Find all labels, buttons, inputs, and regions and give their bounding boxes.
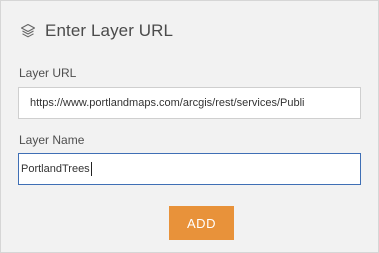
layer-name-value: PortlandTrees [21,163,90,175]
layer-name-label: Layer Name [19,133,85,147]
layer-url-input[interactable]: https://www.portlandmaps.com/arcgis/rest… [18,87,361,119]
layer-url-value: https://www.portlandmaps.com/arcgis/rest… [30,97,305,109]
add-button[interactable]: ADD [169,206,234,240]
text-caret [90,162,92,177]
layer-name-input[interactable]: PortlandTrees [18,153,361,185]
enter-layer-url-panel: Enter Layer URL Layer URL https://www.po… [0,0,379,253]
panel-header: Enter Layer URL [18,19,173,43]
layer-url-label: Layer URL [19,66,77,80]
layers-icon [18,21,38,41]
panel-title: Enter Layer URL [45,21,174,40]
